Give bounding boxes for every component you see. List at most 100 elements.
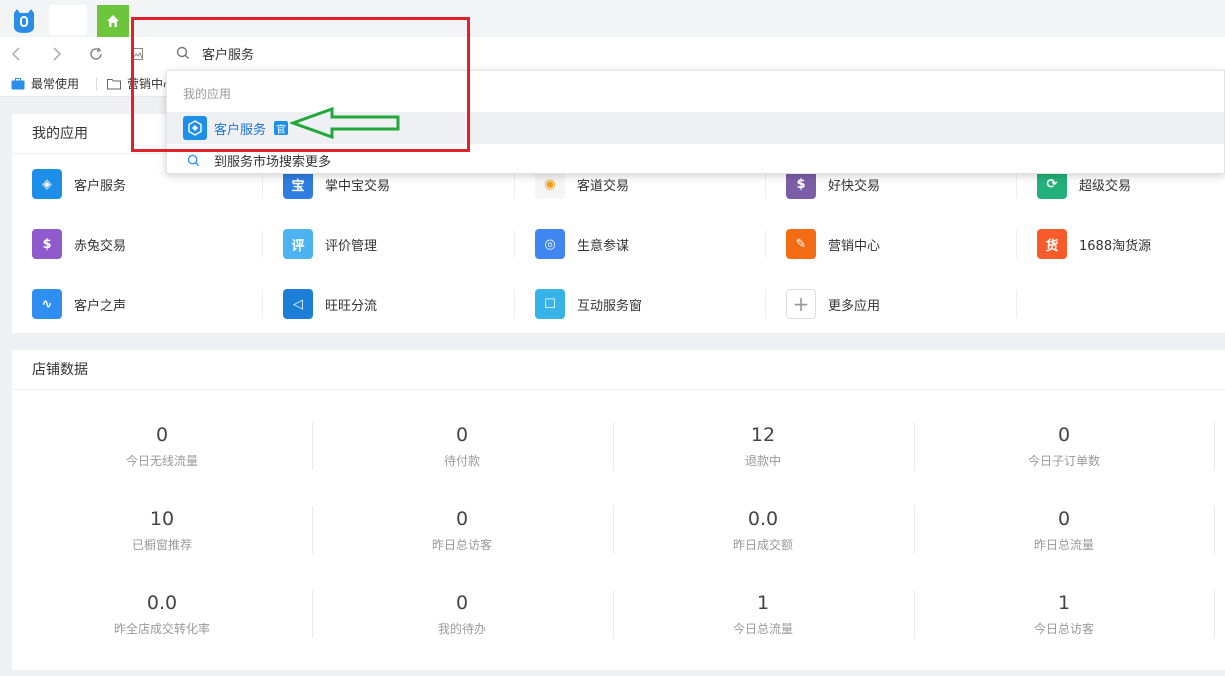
divider — [514, 170, 515, 198]
app-item[interactable]: $ 赤兔交易 — [32, 229, 126, 259]
stat-cell: 0 昨日总访客 — [312, 506, 612, 553]
stat-value: 0.0 — [146, 592, 178, 614]
app-icon: ◎ — [535, 229, 565, 259]
divider — [312, 506, 313, 554]
divider — [1214, 422, 1215, 470]
folder-icon — [107, 78, 121, 89]
app-label: 客户服务 — [74, 178, 127, 194]
app-label: 更多应用 — [828, 298, 881, 314]
app-item[interactable]: 货 1688淘货源 — [1037, 229, 1151, 259]
stat-cell: 1 今日总访客 — [914, 590, 1214, 637]
stat-value: 0 — [1057, 508, 1071, 530]
app-label: 评价管理 — [325, 238, 378, 254]
divider — [1214, 506, 1215, 554]
store-data-title: 店铺数据 — [12, 350, 1225, 390]
divider — [1016, 170, 1017, 198]
app-label: 客道交易 — [577, 178, 630, 194]
app-item[interactable]: ◈ 客户服务 — [32, 169, 126, 199]
app-icon: 货 — [1037, 229, 1067, 259]
app-item[interactable]: ◁ 旺旺分流 — [283, 289, 377, 319]
stat-cell: 0 我的待办 — [312, 590, 612, 637]
app-item[interactable]: ☐ 互动服务窗 — [535, 289, 642, 319]
divider — [613, 422, 614, 470]
app-item[interactable]: ◎ 生意参谋 — [535, 229, 629, 259]
app-label: 赤兔交易 — [74, 238, 127, 254]
stat-label: 我的待办 — [437, 622, 486, 636]
divider — [914, 506, 915, 554]
stat-cell: 0 昨日总流量 — [914, 506, 1214, 553]
stat-label: 昨日成交额 — [732, 538, 793, 552]
bookmark-label: 最常使用 — [31, 77, 80, 91]
app-label: 旺旺分流 — [325, 298, 378, 314]
app-icon: $ — [32, 229, 62, 259]
divider — [262, 290, 263, 318]
stat-value: 10 — [149, 508, 175, 530]
stat-label: 昨日总流量 — [1033, 538, 1094, 552]
app-icon: ◈ — [32, 169, 62, 199]
chevron-left-icon — [11, 47, 20, 61]
app-logo-icon — [10, 7, 38, 35]
stat-cell: 0.0 昨日成交额 — [613, 506, 913, 553]
divider — [765, 230, 766, 258]
divider — [765, 170, 766, 198]
app-item[interactable]: ✎ 营销中心 — [786, 229, 880, 259]
divider — [914, 422, 915, 470]
home-tab[interactable] — [97, 5, 129, 37]
app-label: 营销中心 — [828, 238, 881, 254]
divider — [312, 422, 313, 470]
divider — [96, 77, 97, 91]
divider — [613, 506, 614, 554]
stat-cell: 10 已橱窗推荐 — [12, 506, 312, 553]
divider — [1016, 230, 1017, 258]
stat-cell: 0 今日无线流量 — [12, 422, 312, 469]
stat-value: 1 — [756, 592, 770, 614]
divider — [514, 230, 515, 258]
stat-cell: 0 今日子订单数 — [914, 422, 1214, 469]
stat-value: 0 — [455, 592, 469, 614]
app-label: 1688淘货源 — [1079, 238, 1152, 254]
divider — [312, 590, 313, 638]
blank-tab[interactable] — [49, 5, 87, 35]
stat-label: 昨日总访客 — [431, 538, 492, 552]
stat-label: 退款中 — [744, 454, 781, 468]
app-item[interactable]: + 更多应用 — [786, 289, 880, 319]
app-label: 客户之声 — [74, 298, 127, 314]
app-item[interactable]: ∿ 客户之声 — [32, 289, 126, 319]
stat-cell: 0 待付款 — [312, 422, 612, 469]
divider — [1016, 290, 1017, 318]
stat-label: 今日总流量 — [732, 622, 793, 636]
stat-label: 待付款 — [443, 454, 480, 468]
stat-label: 今日总访客 — [1033, 622, 1094, 636]
stat-value: 0 — [155, 424, 169, 446]
divider — [765, 290, 766, 318]
app-label: 超级交易 — [1079, 178, 1132, 194]
app-icon: ☐ — [535, 289, 565, 319]
store-data-card: 店铺数据 0 今日无线流量 0 待付款 12 退款中 0 今日子订单数 10 已橱窗推荐 0 昨日总访… — [12, 350, 1225, 670]
app-label: 好快交易 — [828, 178, 881, 194]
back-button[interactable] — [6, 43, 28, 65]
divider — [262, 170, 263, 198]
annotation-arrow-icon — [290, 106, 400, 140]
stat-value: 0 — [1057, 424, 1071, 446]
home-icon — [107, 15, 119, 27]
search-more-link[interactable]: 到服务市场搜索更多 — [187, 151, 331, 170]
refresh-button[interactable] — [85, 43, 107, 65]
stat-cell: 12 退款中 — [613, 422, 913, 469]
app-icon: ◁ — [283, 289, 313, 319]
refresh-icon — [90, 47, 102, 60]
app-item[interactable]: 评评价管理 — [283, 229, 377, 259]
app-icon: ✎ — [786, 229, 816, 259]
stat-label: 今日无线流量 — [125, 454, 198, 468]
stat-value: 0.0 — [747, 508, 779, 530]
stat-label: 已橱窗推荐 — [131, 538, 192, 552]
divider — [613, 590, 614, 638]
search-more-label: 到服务市场搜索更多 — [214, 155, 332, 170]
forward-button[interactable] — [45, 43, 67, 65]
stat-label: 今日子订单数 — [1027, 454, 1100, 468]
bookmark-most-used[interactable]: 最常使用 — [11, 75, 79, 92]
briefcase-icon — [11, 77, 25, 89]
app-icon: ∿ — [32, 289, 62, 319]
app-icon: + — [786, 289, 816, 319]
search-icon — [187, 154, 200, 167]
app-icon: 评 — [283, 229, 313, 259]
